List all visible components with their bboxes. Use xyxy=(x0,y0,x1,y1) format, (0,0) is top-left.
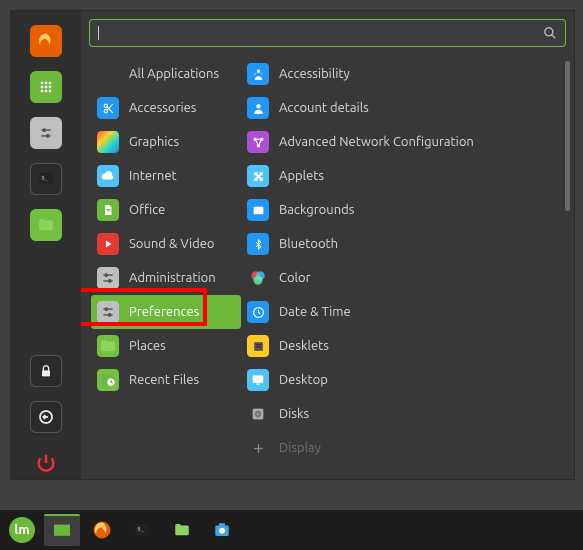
user-icon xyxy=(247,97,269,119)
app-label: Desklets xyxy=(279,339,329,353)
category-label: Preferences xyxy=(129,305,199,319)
search-row xyxy=(81,11,574,53)
category-accessories[interactable]: Accessories xyxy=(91,91,241,125)
category-label: Office xyxy=(129,203,165,217)
app-label: Disks xyxy=(279,407,309,421)
fav-terminal[interactable]: $_ xyxy=(30,163,62,195)
app-bluetooth[interactable]: Bluetooth xyxy=(241,227,574,261)
app-label: Desktop xyxy=(279,373,328,387)
app-advanced-network-configuration[interactable]: Advanced Network Configuration xyxy=(241,125,574,159)
app-color[interactable]: Color xyxy=(241,261,574,295)
fav-settings[interactable] xyxy=(30,117,62,149)
play-icon xyxy=(97,233,119,255)
sliders-icon xyxy=(97,301,119,323)
app-label: Date & Time xyxy=(279,305,351,319)
color-icon xyxy=(247,267,269,289)
category-recent-files[interactable]: Recent Files xyxy=(91,363,241,397)
category-column: All Applications Accessories Graphics Inter… xyxy=(81,53,241,479)
app-label: Accessibility xyxy=(279,67,350,81)
app-desktop[interactable]: Desktop xyxy=(241,363,574,397)
category-label: Accessories xyxy=(129,101,196,115)
category-administration[interactable]: Administration xyxy=(91,261,241,295)
menu-columns: All Applications Accessories Graphics Inter… xyxy=(81,53,574,479)
fav-quit[interactable] xyxy=(30,447,62,479)
taskbar-menu[interactable]: lm xyxy=(4,514,40,546)
category-label: Places xyxy=(129,339,166,353)
app-label: Backgrounds xyxy=(279,203,354,217)
bg-icon xyxy=(247,199,269,221)
person-icon xyxy=(247,63,269,85)
note-icon xyxy=(247,335,269,357)
app-label: Account details xyxy=(279,101,369,115)
app-label: Bluetooth xyxy=(279,237,338,251)
category-label: Graphics xyxy=(129,135,179,149)
taskbar-screenshot[interactable] xyxy=(204,514,240,546)
favorites-column: $_ xyxy=(11,11,81,479)
screen-icon xyxy=(247,369,269,391)
search-icon xyxy=(543,26,557,40)
app-display: Display xyxy=(241,431,574,465)
app-label: Applets xyxy=(279,169,324,183)
bt-icon xyxy=(247,233,269,255)
app-backgrounds[interactable]: Backgrounds xyxy=(241,193,574,227)
taskbar-files[interactable] xyxy=(164,514,200,546)
category-all-applications[interactable]: All Applications xyxy=(91,57,241,91)
category-sound-video[interactable]: Sound & Video xyxy=(91,227,241,261)
category-office[interactable]: Office xyxy=(91,193,241,227)
fav-files[interactable] xyxy=(30,209,62,241)
app-label: Advanced Network Configuration xyxy=(279,135,474,149)
scrollbar-thumb[interactable] xyxy=(565,61,570,211)
cloud-icon xyxy=(97,165,119,187)
clock-icon xyxy=(247,301,269,323)
clockfolder-icon xyxy=(97,369,119,391)
display-icon xyxy=(247,437,269,459)
svg-text:$_: $_ xyxy=(137,527,144,533)
scissors-icon xyxy=(97,97,119,119)
fav-apps-grid[interactable] xyxy=(30,71,62,103)
app-column: Accessibility Account details Advanced Net… xyxy=(241,53,574,479)
menu-right-area: All Applications Accessories Graphics Inter… xyxy=(81,11,574,479)
search-input[interactable] xyxy=(99,26,543,41)
net-icon xyxy=(247,131,269,153)
category-label: Internet xyxy=(129,169,177,183)
category-label: Administration xyxy=(129,271,216,285)
folder-icon xyxy=(97,335,119,357)
category-preferences[interactable]: Preferences xyxy=(91,295,241,329)
taskbar: lm $_ xyxy=(0,510,583,550)
square-icon xyxy=(97,131,119,153)
app-label: Display xyxy=(279,441,321,455)
doc-icon xyxy=(97,199,119,221)
app-accessibility[interactable]: Accessibility xyxy=(241,57,574,91)
taskbar-show-desktop[interactable] xyxy=(44,514,80,546)
category-places[interactable]: Places xyxy=(91,329,241,363)
puzzle-icon xyxy=(247,165,269,187)
app-account-details[interactable]: Account details xyxy=(241,91,574,125)
fav-logout[interactable] xyxy=(30,401,62,433)
taskbar-terminal[interactable]: $_ xyxy=(124,514,160,546)
fav-firefox[interactable] xyxy=(30,25,62,57)
app-applets[interactable]: Applets xyxy=(241,159,574,193)
disk-icon xyxy=(247,403,269,425)
app-label: Color xyxy=(279,271,311,285)
sliders-icon xyxy=(97,267,119,289)
app-desklets[interactable]: Desklets xyxy=(241,329,574,363)
category-internet[interactable]: Internet xyxy=(91,159,241,193)
search-box[interactable] xyxy=(89,19,566,47)
taskbar-firefox[interactable] xyxy=(84,514,120,546)
start-menu: $_ All Applications Accessories Graphics In… xyxy=(10,10,575,480)
app-date-time[interactable]: Date & Time xyxy=(241,295,574,329)
category-label: Sound & Video xyxy=(129,237,215,251)
svg-text:$_: $_ xyxy=(41,176,48,182)
app-disks[interactable]: Disks xyxy=(241,397,574,431)
category-graphics[interactable]: Graphics xyxy=(91,125,241,159)
category-label: Recent Files xyxy=(129,373,199,387)
category-label: All Applications xyxy=(129,67,219,81)
fav-lock[interactable] xyxy=(30,355,62,387)
